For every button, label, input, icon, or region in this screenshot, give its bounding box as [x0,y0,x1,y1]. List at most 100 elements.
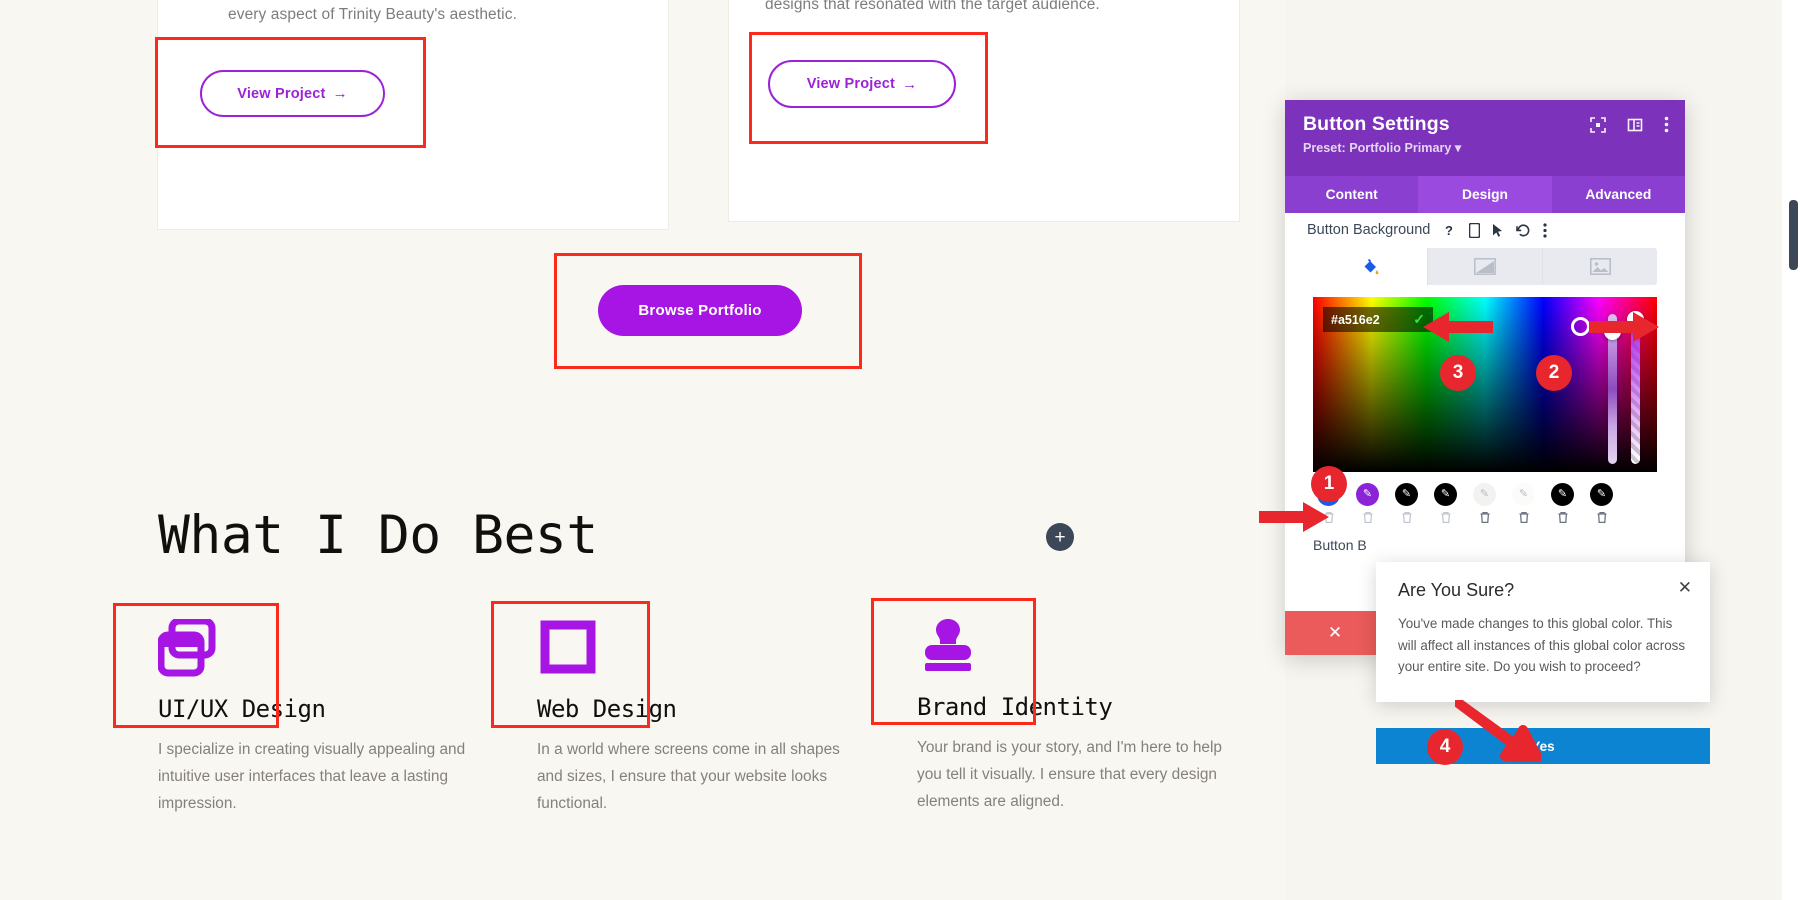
delete-color-icon[interactable] [1440,511,1452,529]
view-project-label: View Project [237,86,325,102]
more-vertical-icon[interactable] [1664,116,1669,138]
add-module-button[interactable]: + [1046,523,1074,551]
delete-color-icon[interactable] [1557,511,1569,529]
panel-scrollbar[interactable] [1789,200,1798,270]
delete-color-icon[interactable] [1518,511,1530,529]
confirm-dialog: Are You Sure? ✕ You've made changes to t… [1376,562,1710,702]
panel-preset-selector[interactable]: Preset: Portfolio Primary ▾ [1303,140,1667,155]
global-color-swatch-6[interactable]: ✎ [1512,483,1535,506]
layers-icon [158,600,488,695]
cancel-button[interactable]: ✕ [1285,611,1385,655]
pencil-icon: ✎ [1363,489,1372,500]
dialog-body: You've made changes to this global color… [1398,613,1688,678]
service-card: UI/UX Design I specialize in creating vi… [158,600,488,817]
service-title: UI/UX Design [158,695,488,723]
hover-icon[interactable] [1492,223,1504,238]
tab-design[interactable]: Design [1418,176,1551,213]
layout-icon[interactable] [1627,117,1643,138]
dialog-title: Are You Sure? [1398,580,1688,601]
tab-content[interactable]: Content [1285,176,1418,213]
swatch-cell: ✎ [1391,483,1422,529]
pencil-icon: ✎ [1597,489,1606,500]
check-icon[interactable]: ✓ [1413,311,1425,328]
pencil-icon: ✎ [1480,489,1489,500]
service-description: In a world where screens come in all sha… [537,736,867,817]
swatch-cell: ✎ [1352,483,1383,529]
pencil-icon: ✎ [1441,489,1450,500]
color-picker-canvas[interactable]: #a516e2 ✓ [1313,297,1657,472]
close-icon[interactable]: ✕ [1678,579,1692,596]
global-color-swatch-1[interactable]: ✎ [1317,483,1340,506]
close-icon: ✕ [1328,623,1342,643]
reset-icon[interactable] [1516,223,1531,238]
next-field-label: Button B [1285,529,1685,553]
global-color-swatch-4[interactable]: ✎ [1434,483,1457,506]
view-project-button-2[interactable]: View Project → [768,60,956,108]
panel-header-icons [1590,116,1669,138]
swatch-cell: ✎ [1469,483,1500,529]
alpha-slider-knob[interactable] [1627,311,1644,328]
swatch-cell: ✎ [1313,483,1344,529]
service-card: Web Design In a world where screens come… [537,600,867,817]
swatch-cell: ✎ [1586,483,1617,529]
service-title: Web Design [537,695,867,723]
focus-icon[interactable] [1590,117,1606,138]
pencil-icon: ✎ [1402,489,1411,500]
more-vertical-icon[interactable] [1543,223,1547,238]
swatch-cell: ✎ [1430,483,1461,529]
yes-label: Yes [1531,739,1554,754]
stamp-icon [917,598,1247,693]
service-description: I specialize in creating visually appeal… [158,736,488,817]
service-title: Brand Identity [917,693,1247,721]
panel-tabs: Content Design Advanced [1285,176,1685,213]
view-project-button-1[interactable]: View Project → [200,70,385,117]
pencil-icon: ✎ [1558,489,1567,500]
delete-color-icon[interactable] [1401,511,1413,529]
preset-label: Preset: Portfolio Primary [1303,141,1451,155]
delete-color-icon[interactable] [1479,511,1491,529]
swatch-cell: ✎ [1508,483,1539,529]
project-description: designs that resonated with the target a… [765,0,1100,14]
global-color-swatches: ✎ ✎ ✎ ✎ ✎ ✎ ✎ [1285,478,1685,529]
service-card: Brand Identity Your brand is your story,… [917,598,1247,815]
hue-slider-knob[interactable] [1604,323,1621,340]
pencil-icon: ✎ [1519,489,1528,500]
artboard-icon [537,600,867,695]
plus-icon: + [1054,528,1065,547]
color-picker-handle[interactable] [1571,317,1590,336]
browse-portfolio-button[interactable]: Browse Portfolio [598,285,802,336]
swatch-cell: ✎ [1547,483,1578,529]
project-description: every aspect of Trinity Beauty's aesthet… [228,6,517,24]
delete-color-icon[interactable] [1323,511,1335,529]
global-color-swatch-3[interactable]: ✎ [1395,483,1418,506]
arrow-right-icon: → [902,76,917,93]
global-color-swatch-7[interactable]: ✎ [1551,483,1574,506]
chevron-down-icon: ▾ [1455,141,1461,155]
hex-value: #a516e2 [1331,313,1380,327]
alpha-slider[interactable] [1631,314,1640,464]
global-color-swatch-2[interactable]: ✎ [1356,483,1379,506]
pencil-icon: ✎ [1324,489,1333,500]
panel-header: Button Settings Preset: Portfolio Primar… [1285,100,1685,176]
global-color-swatch-8[interactable]: ✎ [1590,483,1613,506]
background-type-solid-color[interactable] [1313,248,1428,285]
delete-color-icon[interactable] [1362,511,1374,529]
project-card [728,0,1240,222]
confirm-yes-button[interactable]: Yes [1376,728,1710,764]
tab-advanced[interactable]: Advanced [1552,176,1685,213]
browse-portfolio-label: Browse Portfolio [638,302,761,319]
background-type-tabs [1313,248,1657,285]
help-icon[interactable]: ? [1444,223,1457,238]
global-color-swatch-5[interactable]: ✎ [1473,483,1496,506]
arrow-right-icon: → [333,85,348,102]
svg-text:?: ? [1445,223,1453,238]
background-type-image[interactable] [1543,248,1657,285]
field-label: Button Background [1307,222,1430,238]
view-project-label: View Project [807,76,895,92]
field-label-row: Button Background ? [1285,213,1685,246]
mobile-icon[interactable] [1469,223,1480,238]
hex-input[interactable]: #a516e2 ✓ [1323,307,1433,332]
website-canvas: every aspect of Trinity Beauty's aesthet… [0,0,1285,900]
delete-color-icon[interactable] [1596,511,1608,529]
background-type-gradient[interactable] [1428,248,1543,285]
